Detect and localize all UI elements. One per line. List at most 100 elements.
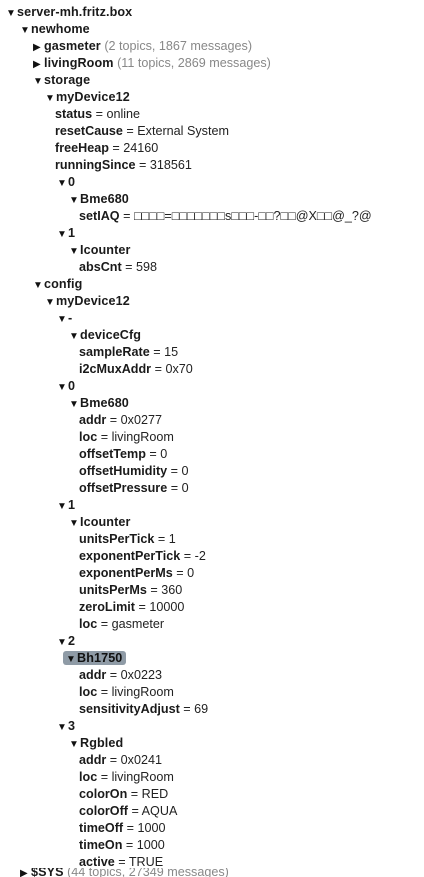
expanded-arrow-icon[interactable]: ▼ — [69, 192, 80, 209]
collapsed-arrow-icon[interactable]: ▶ — [33, 56, 44, 73]
topic-value-row[interactable]: addr = 0x0277 — [79, 412, 162, 429]
node-label: Rgbled — [80, 736, 124, 750]
topic-value-row[interactable]: addr = 0x0241 — [79, 752, 162, 769]
topic-tree: ▼server-mh.fritz.box ▼newhome ▶ gasmeter … — [0, 0, 424, 877]
topic-value-row[interactable]: sensitivityAdjust = 69 — [79, 701, 208, 718]
topic-value-row[interactable]: unitsPerTick = 1 — [79, 531, 176, 548]
topic-value-row[interactable]: addr = 0x0223 — [79, 667, 162, 684]
selected-node-highlight[interactable]: ▼Bh1750 — [63, 651, 127, 668]
topic-value-row[interactable]: sampleRate = 15 — [79, 344, 178, 361]
node-label: gasmeter — [44, 39, 101, 53]
expanded-arrow-icon[interactable]: ▼ — [6, 5, 17, 22]
topic-value-row[interactable]: offsetPressure = 0 — [79, 480, 189, 497]
node-label: server-mh.fritz.box — [17, 5, 133, 19]
topic-value-row[interactable]: exponentPerTick = -2 — [79, 548, 206, 565]
node-label: 1 — [68, 226, 76, 240]
topic-value-row[interactable]: loc = livingRoom — [79, 769, 174, 786]
node-meta: (11 topics, 2869 messages) — [117, 56, 271, 70]
expanded-arrow-icon[interactable]: ▼ — [45, 90, 56, 107]
expanded-arrow-icon[interactable]: ▼ — [57, 719, 68, 736]
expanded-arrow-icon[interactable]: ▼ — [69, 396, 80, 413]
tree-node-config-dash[interactable]: ▼- — [57, 310, 72, 327]
tree-node-newhome[interactable]: ▼newhome — [20, 21, 90, 38]
expanded-arrow-icon[interactable]: ▼ — [20, 22, 31, 39]
topic-value-row[interactable]: loc = livingRoom — [79, 684, 174, 701]
topic-value-row[interactable]: loc = livingRoom — [79, 429, 174, 446]
node-label: config — [44, 277, 83, 291]
topic-value-row[interactable]: exponentPerMs = 0 — [79, 565, 194, 582]
tree-node-storage[interactable]: ▼storage — [33, 72, 90, 89]
node-label: 0 — [68, 379, 76, 393]
expanded-arrow-icon[interactable]: ▼ — [57, 226, 68, 243]
expanded-arrow-icon[interactable]: ▼ — [33, 277, 44, 294]
topic-value-row[interactable]: offsetHumidity = 0 — [79, 463, 189, 480]
topic-value-row[interactable]: loc = gasmeter — [79, 616, 164, 633]
topic-value-row[interactable]: freeHeap = 24160 — [55, 140, 158, 157]
topic-value-row[interactable]: i2cMuxAddr = 0x70 — [79, 361, 193, 378]
topic-value-row[interactable]: setIAQ = □□□□=□□□□□□□s□□□-□□?□□@X□□@_?@ — [79, 208, 372, 225]
expanded-arrow-icon[interactable]: ▼ — [45, 294, 56, 311]
expanded-arrow-icon[interactable]: ▼ — [69, 243, 80, 260]
node-label: 2 — [68, 634, 76, 648]
collapsed-arrow-icon[interactable]: ▶ — [33, 39, 44, 56]
expanded-arrow-icon[interactable]: ▼ — [33, 73, 44, 90]
node-label: 0 — [68, 175, 76, 189]
expanded-arrow-icon[interactable]: ▼ — [69, 515, 80, 532]
expanded-arrow-icon[interactable]: ▼ — [69, 736, 80, 753]
node-label: Bh1750 — [77, 651, 123, 665]
node-label: Bme680 — [80, 192, 129, 206]
tree-node-storage-icounter[interactable]: ▼Icounter — [69, 242, 130, 259]
topic-value-row[interactable]: colorOn = RED — [79, 786, 168, 803]
topic-value-row[interactable]: offsetTemp = 0 — [79, 446, 167, 463]
tree-node-config-icounter[interactable]: ▼Icounter — [69, 514, 130, 531]
topic-value-row[interactable]: status = online — [55, 106, 140, 123]
topic-value-row[interactable]: zeroLimit = 10000 — [79, 599, 184, 616]
node-label: storage — [44, 73, 91, 87]
tree-node-devicecfg[interactable]: ▼deviceCfg — [69, 327, 141, 344]
tree-node-storage-device[interactable]: ▼myDevice12 — [45, 89, 130, 106]
tree-node-sys[interactable]: ▶ $SYS (44 topics, 27349 messages) — [20, 868, 229, 877]
node-label: - — [68, 311, 73, 325]
expanded-arrow-icon[interactable]: ▼ — [57, 311, 68, 328]
tree-node-config[interactable]: ▼config — [33, 276, 82, 293]
tree-node-gasmeter[interactable]: ▶ gasmeter (2 topics, 1867 messages) — [33, 38, 252, 55]
topic-value-row[interactable]: absCnt = 598 — [79, 259, 157, 276]
node-label: newhome — [31, 22, 90, 36]
node-label: Icounter — [80, 515, 131, 529]
tree-node-bh1750-selected[interactable]: ▼Bh1750 — [63, 650, 127, 668]
tree-node-config-device[interactable]: ▼myDevice12 — [45, 293, 130, 310]
expanded-arrow-icon[interactable]: ▼ — [66, 651, 77, 668]
topic-value-row[interactable]: runningSince = 318561 — [55, 157, 192, 174]
node-meta: (2 topics, 1867 messages) — [104, 39, 253, 53]
expanded-arrow-icon[interactable]: ▼ — [69, 328, 80, 345]
topic-value-row[interactable]: colorOff = AQUA — [79, 803, 177, 820]
topic-value-row[interactable]: unitsPerMs = 360 — [79, 582, 182, 599]
node-label: 1 — [68, 498, 76, 512]
expanded-arrow-icon[interactable]: ▼ — [57, 175, 68, 192]
topic-value-row[interactable]: timeOff = 1000 — [79, 820, 165, 837]
tree-node-config-0[interactable]: ▼0 — [57, 378, 75, 395]
node-label: livingRoom — [44, 56, 114, 70]
node-label: Bme680 — [80, 396, 129, 410]
node-label: deviceCfg — [80, 328, 142, 342]
node-label: 3 — [68, 719, 76, 733]
tree-node-config-bme680[interactable]: ▼Bme680 — [69, 395, 129, 412]
tree-node-config-1[interactable]: ▼1 — [57, 497, 75, 514]
node-label: myDevice12 — [56, 294, 130, 308]
tree-node-config-2[interactable]: ▼2 — [57, 633, 75, 650]
topic-value-row[interactable]: timeOn = 1000 — [79, 837, 165, 854]
tree-node-config-3[interactable]: ▼3 — [57, 718, 75, 735]
tree-node-root[interactable]: ▼server-mh.fritz.box — [6, 4, 132, 21]
tree-node-rgbled[interactable]: ▼Rgbled — [69, 735, 123, 752]
tree-node-livingroom[interactable]: ▶ livingRoom (11 topics, 2869 messages) — [33, 55, 271, 72]
topic-value-row[interactable]: resetCause = External System — [55, 123, 229, 140]
tree-node-storage-0[interactable]: ▼0 — [57, 174, 75, 191]
node-label: myDevice12 — [56, 90, 130, 104]
tree-node-sys-clipped: ▶ $SYS (44 topics, 27349 messages) — [0, 868, 424, 877]
tree-node-storage-1[interactable]: ▼1 — [57, 225, 75, 242]
tree-node-storage-bme680[interactable]: ▼Bme680 — [69, 191, 129, 208]
expanded-arrow-icon[interactable]: ▼ — [57, 379, 68, 396]
expanded-arrow-icon[interactable]: ▼ — [57, 634, 68, 651]
collapsed-arrow-icon[interactable]: ▶ — [20, 868, 31, 877]
expanded-arrow-icon[interactable]: ▼ — [57, 498, 68, 515]
